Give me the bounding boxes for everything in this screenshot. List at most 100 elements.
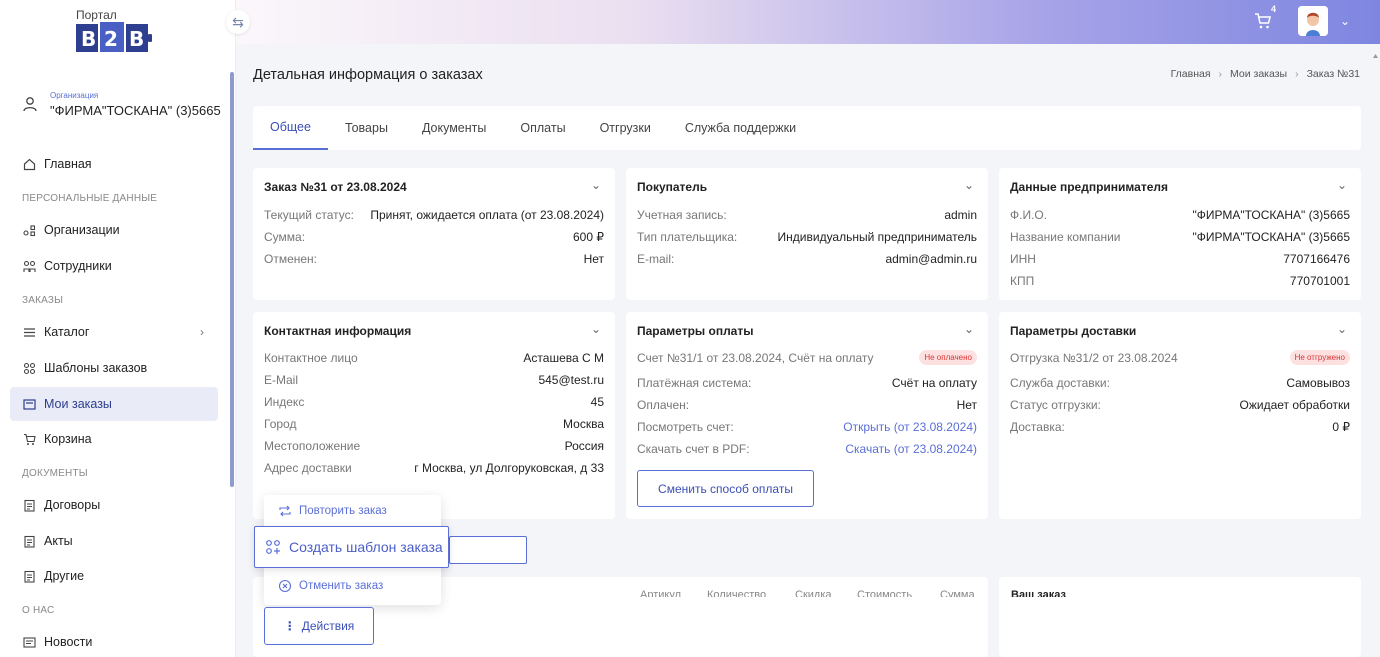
actions-button[interactable]: ⋮ Действия bbox=[264, 607, 374, 645]
page-scrollbar[interactable] bbox=[1373, 54, 1378, 654]
row-value: Нет bbox=[583, 252, 604, 266]
breadcrumb-my-orders[interactable]: Мои заказы bbox=[1230, 68, 1287, 80]
info-row: Статус отгрузки: Ожидает обработки bbox=[1010, 398, 1350, 412]
chevron-down-icon[interactable]: ⌄ bbox=[964, 322, 974, 336]
svg-text:B: B bbox=[129, 27, 144, 51]
card-title: Данные предпринимателя bbox=[1010, 180, 1168, 194]
more-vertical-icon: ⋮ bbox=[283, 619, 296, 633]
logo-caption: Портал bbox=[76, 8, 117, 22]
chevron-down-icon[interactable]: ⌄ bbox=[1340, 14, 1350, 28]
info-row: Отменен: Нет bbox=[264, 252, 604, 266]
search-input[interactable] bbox=[449, 536, 527, 564]
sidebar-item-templates[interactable]: Шаблоны заказов bbox=[10, 351, 218, 385]
sidebar-item-organizations[interactable]: Организации bbox=[10, 213, 218, 247]
info-row: E-Mail 545@test.ru bbox=[264, 373, 604, 387]
column-header-qty: Количество bbox=[707, 589, 767, 597]
card-title: Контактная информация bbox=[264, 324, 412, 338]
user-icon bbox=[23, 97, 37, 112]
sidebar-item-news[interactable]: Новости bbox=[10, 625, 218, 657]
orders-icon bbox=[22, 397, 36, 411]
header-cart-icon[interactable] bbox=[1254, 12, 1272, 30]
info-row: Служба доставки: Самовывоз bbox=[1010, 376, 1350, 390]
sidebar-item-other[interactable]: Другие bbox=[10, 559, 218, 593]
info-row: Скачать счет в PDF: Скачать (от 23.08.202… bbox=[637, 442, 977, 456]
sidebar-item-employees[interactable]: Сотрудники bbox=[10, 249, 218, 283]
info-row: Платёжная система: Счёт на оплату bbox=[637, 376, 977, 390]
tab-support[interactable]: Служба поддержки bbox=[668, 106, 813, 150]
column-header-discount: Скидка bbox=[795, 589, 832, 597]
breadcrumb-current: Заказ №31 bbox=[1306, 68, 1360, 80]
row-value: admin@admin.ru bbox=[885, 252, 977, 266]
card-title: Параметры оплаты bbox=[637, 324, 754, 338]
chevron-down-icon[interactable]: ⌄ bbox=[591, 178, 601, 192]
template-add-icon bbox=[265, 539, 281, 555]
info-row: Адрес доставки г Москва, ул Долгоруковска… bbox=[264, 461, 604, 475]
users-icon bbox=[22, 259, 36, 273]
actions-button-label: Действия bbox=[301, 619, 355, 633]
your-order-title: Ваш заказ bbox=[1011, 589, 1066, 597]
tab-goods[interactable]: Товары bbox=[328, 106, 405, 150]
row-key: Город bbox=[264, 417, 297, 431]
chevron-down-icon[interactable]: ⌄ bbox=[1337, 178, 1347, 192]
menu-item-create-template[interactable]: Создать шаблон заказа bbox=[254, 526, 449, 568]
row-key: Доставка: bbox=[1010, 420, 1065, 434]
chevron-down-icon[interactable]: ⌄ bbox=[591, 322, 601, 336]
download-invoice-link[interactable]: Скачать (от 23.08.2024) bbox=[845, 442, 977, 456]
section-documents: ДОКУМЕНТЫ bbox=[22, 468, 88, 479]
sidebar-item-contracts[interactable]: Договоры bbox=[10, 488, 218, 522]
row-value: "ФИРМА"ТОСКАНА" (3)5665 bbox=[1192, 230, 1350, 244]
row-value: admin bbox=[944, 208, 977, 222]
chevron-down-icon[interactable]: ⌄ bbox=[1337, 322, 1347, 336]
row-key: ИНН bbox=[1010, 252, 1036, 266]
row-key: Тип плательщика: bbox=[637, 230, 738, 244]
menu-item-label: Повторить заказ bbox=[299, 505, 387, 517]
sidebar-scrollbar[interactable] bbox=[230, 72, 234, 487]
sidebar: Портал B 2 B Организация "ФИРМА"ТОСКАНА"… bbox=[0, 0, 236, 657]
row-key: E-mail: bbox=[637, 252, 675, 266]
buyer-card: Покупатель ⌄ Учетная запись: admin Тип пл… bbox=[626, 168, 988, 300]
tab-general[interactable]: Общее bbox=[253, 106, 328, 150]
portal-logo[interactable]: Портал B 2 B bbox=[76, 8, 156, 58]
sidebar-item-label: Новости bbox=[44, 635, 93, 649]
sidebar-item-label: Сотрудники bbox=[44, 259, 112, 273]
sidebar-item-catalog[interactable]: Каталог › bbox=[10, 315, 218, 349]
info-row: Город Москва bbox=[264, 417, 604, 431]
info-row: Учетная запись: admin bbox=[637, 208, 977, 222]
avatar[interactable] bbox=[1298, 6, 1328, 36]
info-row: Текущий статус: Принят, ожидается оплата … bbox=[264, 208, 604, 222]
section-personal: ПЕРСОНАЛЬНЫЕ ДАННЫЕ bbox=[22, 193, 158, 204]
sidebar-item-label: Корзина bbox=[44, 432, 92, 446]
chevron-right-icon: › bbox=[200, 325, 204, 339]
chevron-down-icon[interactable]: ⌄ bbox=[964, 178, 974, 192]
organization-label: Организация bbox=[50, 91, 99, 100]
row-key: Скачать счет в PDF: bbox=[637, 442, 750, 456]
sidebar-item-cart[interactable]: Корзина bbox=[10, 422, 218, 456]
row-value: Принят, ожидается оплата (от 23.08.2024) bbox=[370, 208, 604, 222]
tab-documents[interactable]: Документы bbox=[405, 106, 503, 150]
open-invoice-link[interactable]: Открыть (от 23.08.2024) bbox=[843, 420, 977, 434]
row-key: Индекс bbox=[264, 395, 305, 409]
row-value: Индивидуальный предприниматель bbox=[777, 230, 977, 244]
row-key: E-Mail bbox=[264, 373, 299, 387]
row-key: Отменен: bbox=[264, 252, 318, 266]
change-payment-button[interactable]: Сменить способ оплаты bbox=[637, 470, 814, 507]
menu-item-label: Создать шаблон заказа bbox=[289, 539, 443, 555]
menu-item-repeat-order[interactable]: Повторить заказ bbox=[278, 505, 387, 517]
info-row: Индекс 45 bbox=[264, 395, 604, 409]
sidebar-item-my-orders[interactable]: Мои заказы bbox=[10, 387, 218, 421]
breadcrumb-home[interactable]: Главная bbox=[1171, 68, 1211, 80]
tab-shipments[interactable]: Отгрузки bbox=[583, 106, 668, 150]
sidebar-item-home[interactable]: Главная bbox=[10, 147, 218, 181]
template-icon bbox=[22, 361, 36, 375]
menu-item-cancel-order[interactable]: Отменить заказ bbox=[278, 579, 383, 593]
svg-text:B: B bbox=[81, 27, 96, 51]
cart-icon bbox=[22, 432, 36, 446]
row-key: Статус отгрузки: bbox=[1010, 398, 1101, 412]
collapse-sidebar-button[interactable]: ⇆ bbox=[226, 10, 250, 34]
sidebar-item-acts[interactable]: Акты bbox=[10, 524, 218, 558]
list-icon bbox=[22, 325, 36, 339]
tabs: Общее Товары Документы Оплаты Отгрузки С… bbox=[253, 106, 1361, 150]
organization-name: "ФИРМА"ТОСКАНА" (3)5665 bbox=[50, 103, 221, 118]
row-value: Ожидает обработки bbox=[1239, 398, 1350, 412]
tab-payments[interactable]: Оплаты bbox=[503, 106, 582, 150]
